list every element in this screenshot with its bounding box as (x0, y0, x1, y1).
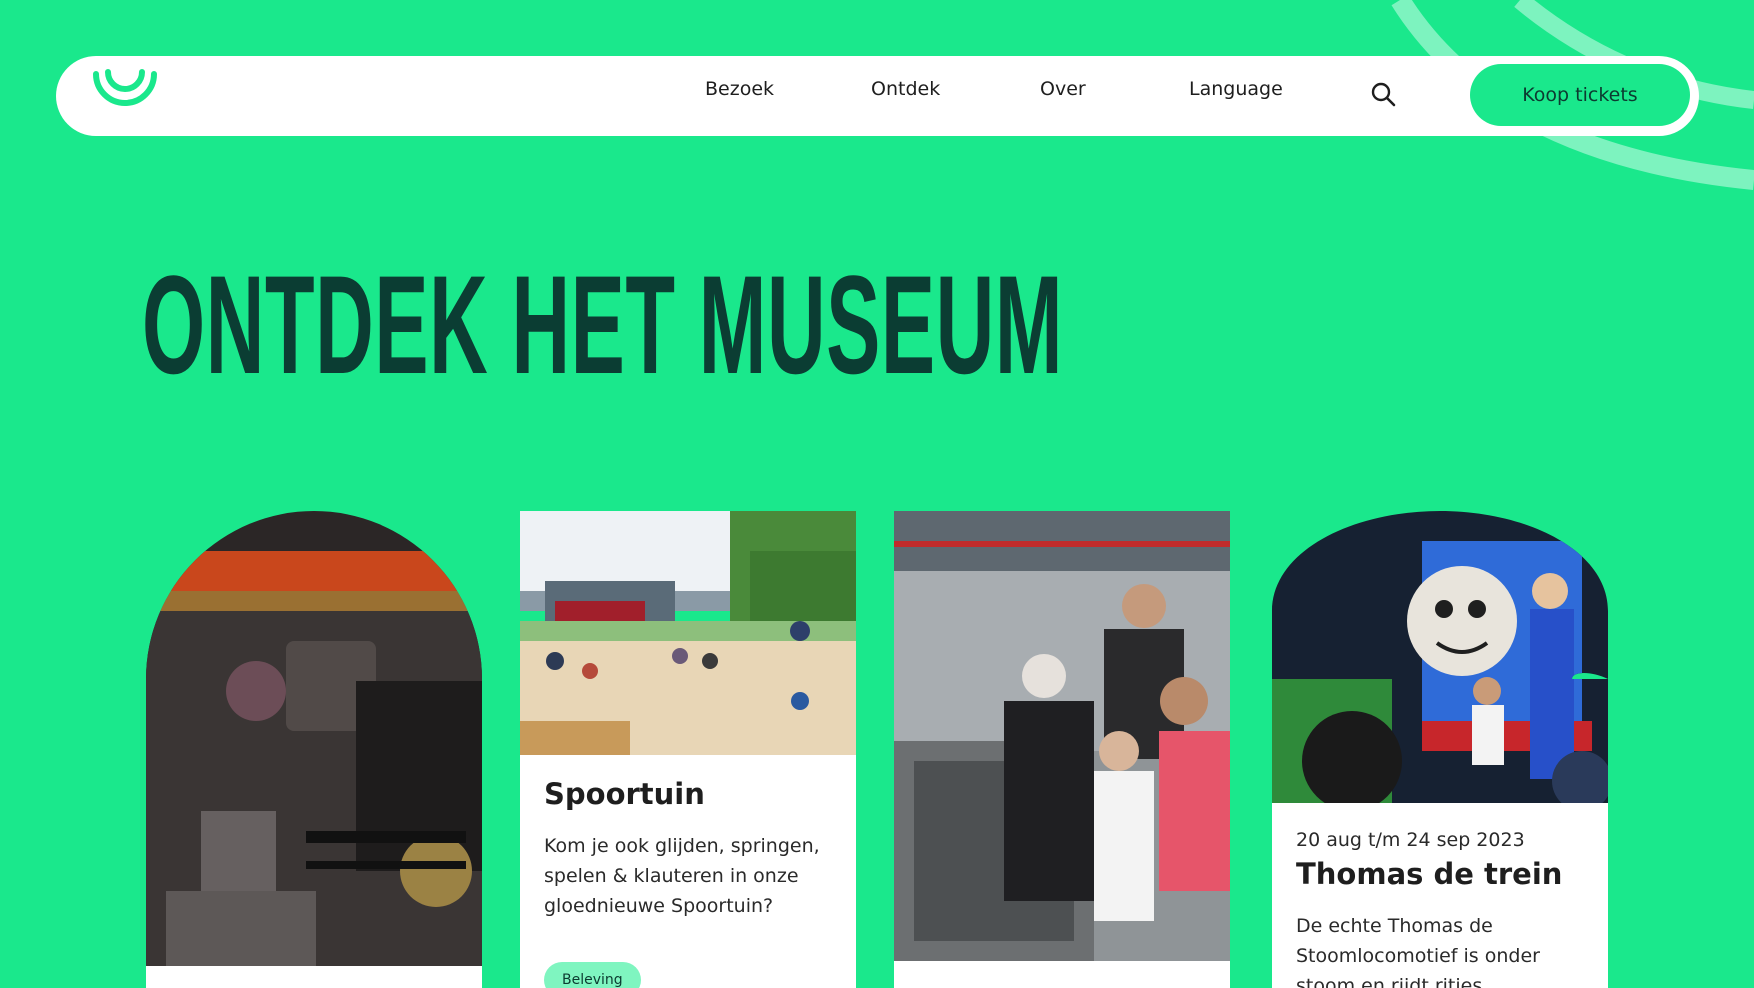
card-title: Thomas de trein (1296, 857, 1563, 891)
card-body: Spoortuin Kom je ook glijden, springen, … (520, 755, 856, 988)
nav-ontdek[interactable]: Ontdek (871, 78, 940, 100)
card-spoortuin[interactable]: Spoortuin Kom je ook glijden, springen, … (520, 511, 856, 988)
card-text: De echte Thomas de Stoomlocomotief is on… (1296, 915, 1540, 988)
card-title: Spoortuin (544, 777, 705, 811)
buy-tickets-button[interactable]: Koop tickets (1470, 64, 1690, 126)
nav-language[interactable]: Language (1189, 78, 1283, 100)
card-body: 20 aug t/m 24 sep 2023 Thomas de trein D… (1272, 803, 1608, 988)
page-title: ONTDEK HET MUSEUM (142, 246, 1064, 403)
card-body (146, 966, 482, 988)
event-date: 20 aug t/m 24 sep 2023 (1296, 829, 1525, 851)
search-icon[interactable] (1370, 80, 1398, 112)
card-text: Kom je ook glijden, springen, spelen & k… (544, 835, 820, 917)
nav-over[interactable]: Over (1040, 78, 1086, 100)
card-locomotive-ride[interactable] (146, 511, 482, 988)
photo-engine-machinist (894, 511, 1230, 961)
photo-playground-spoortuin (520, 511, 856, 755)
card-engine-machinist[interactable] (894, 511, 1230, 988)
photo-thomas-the-train (1272, 511, 1608, 803)
tag-badge[interactable]: Beleving (544, 962, 641, 988)
smile-arc-logo[interactable] (90, 68, 160, 120)
nav-bezoek[interactable]: Bezoek (705, 78, 774, 100)
card-thomas-de-trein[interactable]: 20 aug t/m 24 sep 2023 Thomas de trein D… (1272, 511, 1608, 988)
top-navigation: Bezoek Ontdek Over Language Koop tickets (56, 56, 1699, 136)
card-body (894, 961, 1230, 988)
photo-indoor-locomotive-ride (146, 511, 482, 966)
